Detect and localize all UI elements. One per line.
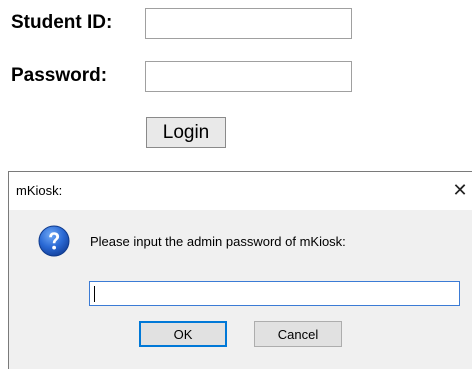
- question-icon: [38, 225, 70, 257]
- password-input[interactable]: [145, 61, 352, 92]
- dialog-title: mKiosk:: [16, 183, 63, 198]
- login-button[interactable]: Login: [146, 117, 226, 148]
- student-id-label: Student ID:: [11, 12, 113, 33]
- dialog-prompt: Please input the admin password of mKios…: [90, 234, 346, 249]
- password-label: Password:: [11, 65, 108, 86]
- admin-password-dialog: mKiosk: ✕ Please input the admin passwor…: [8, 171, 472, 369]
- close-icon[interactable]: ✕: [449, 177, 471, 203]
- cancel-button[interactable]: Cancel: [254, 321, 342, 347]
- dialog-body: Please input the admin password of mKios…: [9, 210, 472, 369]
- login-page: Student ID: Password: Login mKiosk: ✕ Pl…: [0, 0, 472, 369]
- dialog-titlebar[interactable]: mKiosk: ✕: [9, 172, 472, 210]
- ok-button[interactable]: OK: [139, 321, 227, 347]
- admin-password-input[interactable]: [89, 281, 460, 306]
- text-caret: [94, 286, 95, 302]
- student-id-input[interactable]: [145, 8, 352, 39]
